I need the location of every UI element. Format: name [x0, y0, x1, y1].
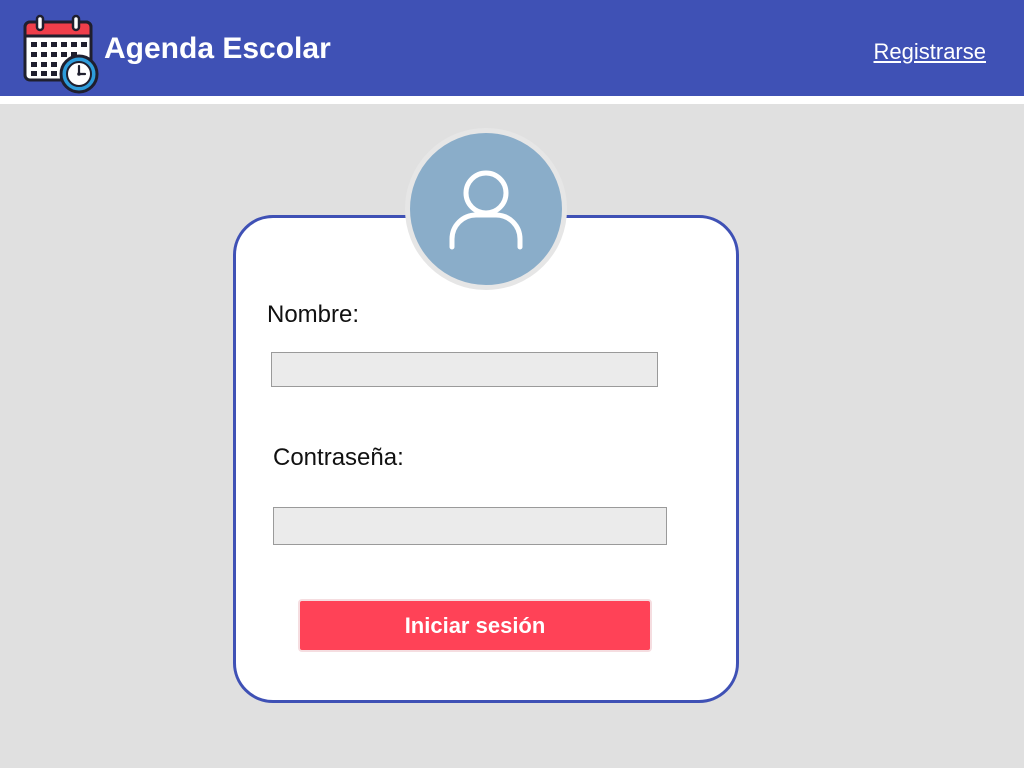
- user-avatar: [405, 128, 567, 290]
- password-label: Contraseña:: [273, 444, 404, 471]
- user-icon: [449, 170, 523, 250]
- header-divider: [0, 96, 1024, 104]
- app-header: Agenda Escolar Registrarse: [0, 0, 1024, 96]
- register-link[interactable]: Registrarse: [874, 38, 986, 66]
- name-input[interactable]: [271, 352, 658, 387]
- calendar-clock-icon: [22, 14, 102, 94]
- password-input[interactable]: [273, 507, 667, 545]
- app-title: Agenda Escolar: [104, 32, 331, 65]
- login-button[interactable]: Iniciar sesión: [298, 599, 652, 652]
- name-label: Nombre:: [267, 301, 360, 328]
